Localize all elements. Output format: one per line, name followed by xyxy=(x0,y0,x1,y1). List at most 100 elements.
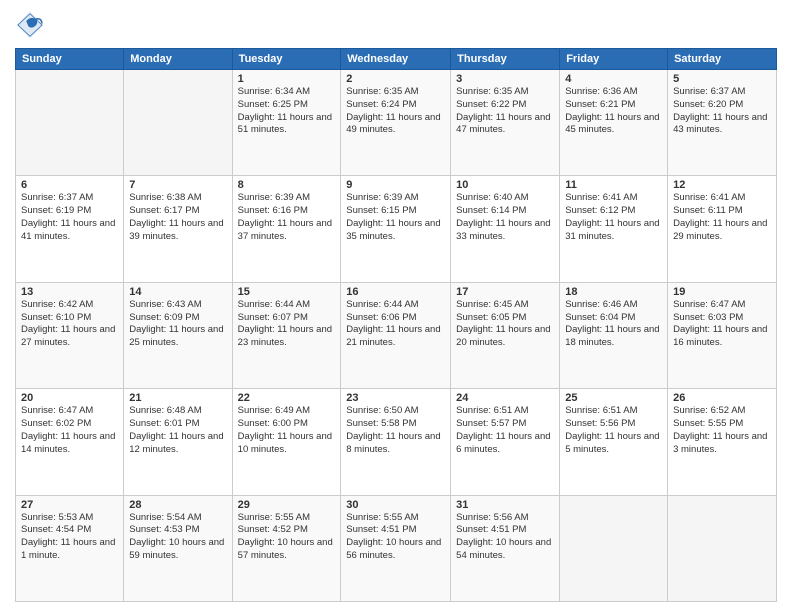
day-info: Sunrise: 5:55 AM Sunset: 4:52 PM Dayligh… xyxy=(238,512,336,563)
calendar-cell: 5Sunrise: 6:37 AM Sunset: 6:20 PM Daylig… xyxy=(668,70,777,176)
day-number: 12 xyxy=(673,179,771,191)
day-info: Sunrise: 6:41 AM Sunset: 6:12 PM Dayligh… xyxy=(565,192,662,243)
day-header-monday: Monday xyxy=(124,49,232,70)
day-number: 28 xyxy=(129,499,226,511)
day-info: Sunrise: 6:48 AM Sunset: 6:01 PM Dayligh… xyxy=(129,405,226,456)
day-info: Sunrise: 6:52 AM Sunset: 5:55 PM Dayligh… xyxy=(673,405,771,456)
day-info: Sunrise: 6:38 AM Sunset: 6:17 PM Dayligh… xyxy=(129,192,226,243)
day-number: 17 xyxy=(456,286,554,298)
logo-icon xyxy=(15,10,45,40)
day-number: 4 xyxy=(565,73,662,85)
calendar-cell: 10Sunrise: 6:40 AM Sunset: 6:14 PM Dayli… xyxy=(451,176,560,282)
day-info: Sunrise: 6:51 AM Sunset: 5:57 PM Dayligh… xyxy=(456,405,554,456)
calendar-cell: 2Sunrise: 6:35 AM Sunset: 6:24 PM Daylig… xyxy=(341,70,451,176)
calendar-cell: 1Sunrise: 6:34 AM Sunset: 6:25 PM Daylig… xyxy=(232,70,341,176)
day-info: Sunrise: 6:42 AM Sunset: 6:10 PM Dayligh… xyxy=(21,299,118,350)
calendar-cell: 30Sunrise: 5:55 AM Sunset: 4:51 PM Dayli… xyxy=(341,495,451,601)
calendar-cell: 8Sunrise: 6:39 AM Sunset: 6:16 PM Daylig… xyxy=(232,176,341,282)
day-number: 2 xyxy=(346,73,445,85)
calendar-cell: 7Sunrise: 6:38 AM Sunset: 6:17 PM Daylig… xyxy=(124,176,232,282)
day-header-thursday: Thursday xyxy=(451,49,560,70)
calendar-cell: 17Sunrise: 6:45 AM Sunset: 6:05 PM Dayli… xyxy=(451,282,560,388)
calendar-cell: 19Sunrise: 6:47 AM Sunset: 6:03 PM Dayli… xyxy=(668,282,777,388)
calendar-cell: 26Sunrise: 6:52 AM Sunset: 5:55 PM Dayli… xyxy=(668,389,777,495)
calendar-cell xyxy=(16,70,124,176)
day-number: 30 xyxy=(346,499,445,511)
day-number: 13 xyxy=(21,286,118,298)
day-number: 5 xyxy=(673,73,771,85)
calendar-cell: 12Sunrise: 6:41 AM Sunset: 6:11 PM Dayli… xyxy=(668,176,777,282)
day-header-saturday: Saturday xyxy=(668,49,777,70)
day-number: 16 xyxy=(346,286,445,298)
calendar-cell: 24Sunrise: 6:51 AM Sunset: 5:57 PM Dayli… xyxy=(451,389,560,495)
week-row-5: 27Sunrise: 5:53 AM Sunset: 4:54 PM Dayli… xyxy=(16,495,777,601)
calendar-cell: 20Sunrise: 6:47 AM Sunset: 6:02 PM Dayli… xyxy=(16,389,124,495)
day-info: Sunrise: 6:46 AM Sunset: 6:04 PM Dayligh… xyxy=(565,299,662,350)
day-number: 18 xyxy=(565,286,662,298)
week-row-2: 6Sunrise: 6:37 AM Sunset: 6:19 PM Daylig… xyxy=(16,176,777,282)
calendar-cell: 27Sunrise: 5:53 AM Sunset: 4:54 PM Dayli… xyxy=(16,495,124,601)
header xyxy=(15,10,777,40)
day-info: Sunrise: 6:50 AM Sunset: 5:58 PM Dayligh… xyxy=(346,405,445,456)
calendar-header-row: SundayMondayTuesdayWednesdayThursdayFrid… xyxy=(16,49,777,70)
day-info: Sunrise: 6:45 AM Sunset: 6:05 PM Dayligh… xyxy=(456,299,554,350)
day-info: Sunrise: 6:35 AM Sunset: 6:24 PM Dayligh… xyxy=(346,86,445,137)
day-info: Sunrise: 6:41 AM Sunset: 6:11 PM Dayligh… xyxy=(673,192,771,243)
calendar-cell: 25Sunrise: 6:51 AM Sunset: 5:56 PM Dayli… xyxy=(560,389,668,495)
calendar-cell: 14Sunrise: 6:43 AM Sunset: 6:09 PM Dayli… xyxy=(124,282,232,388)
day-number: 9 xyxy=(346,179,445,191)
day-number: 29 xyxy=(238,499,336,511)
logo xyxy=(15,10,50,40)
week-row-3: 13Sunrise: 6:42 AM Sunset: 6:10 PM Dayli… xyxy=(16,282,777,388)
day-info: Sunrise: 6:37 AM Sunset: 6:19 PM Dayligh… xyxy=(21,192,118,243)
day-number: 15 xyxy=(238,286,336,298)
day-number: 3 xyxy=(456,73,554,85)
day-header-sunday: Sunday xyxy=(16,49,124,70)
day-info: Sunrise: 6:37 AM Sunset: 6:20 PM Dayligh… xyxy=(673,86,771,137)
day-number: 24 xyxy=(456,392,554,404)
day-number: 6 xyxy=(21,179,118,191)
day-info: Sunrise: 6:44 AM Sunset: 6:06 PM Dayligh… xyxy=(346,299,445,350)
day-number: 23 xyxy=(346,392,445,404)
calendar-cell: 11Sunrise: 6:41 AM Sunset: 6:12 PM Dayli… xyxy=(560,176,668,282)
day-header-wednesday: Wednesday xyxy=(341,49,451,70)
day-header-friday: Friday xyxy=(560,49,668,70)
day-info: Sunrise: 6:39 AM Sunset: 6:15 PM Dayligh… xyxy=(346,192,445,243)
day-number: 26 xyxy=(673,392,771,404)
day-number: 11 xyxy=(565,179,662,191)
day-number: 22 xyxy=(238,392,336,404)
calendar-cell: 6Sunrise: 6:37 AM Sunset: 6:19 PM Daylig… xyxy=(16,176,124,282)
day-info: Sunrise: 6:44 AM Sunset: 6:07 PM Dayligh… xyxy=(238,299,336,350)
day-info: Sunrise: 6:39 AM Sunset: 6:16 PM Dayligh… xyxy=(238,192,336,243)
day-info: Sunrise: 6:34 AM Sunset: 6:25 PM Dayligh… xyxy=(238,86,336,137)
week-row-4: 20Sunrise: 6:47 AM Sunset: 6:02 PM Dayli… xyxy=(16,389,777,495)
day-info: Sunrise: 6:43 AM Sunset: 6:09 PM Dayligh… xyxy=(129,299,226,350)
day-number: 31 xyxy=(456,499,554,511)
day-info: Sunrise: 6:47 AM Sunset: 6:02 PM Dayligh… xyxy=(21,405,118,456)
day-number: 19 xyxy=(673,286,771,298)
day-info: Sunrise: 6:49 AM Sunset: 6:00 PM Dayligh… xyxy=(238,405,336,456)
day-number: 14 xyxy=(129,286,226,298)
week-row-1: 1Sunrise: 6:34 AM Sunset: 6:25 PM Daylig… xyxy=(16,70,777,176)
calendar-cell: 9Sunrise: 6:39 AM Sunset: 6:15 PM Daylig… xyxy=(341,176,451,282)
calendar-cell: 21Sunrise: 6:48 AM Sunset: 6:01 PM Dayli… xyxy=(124,389,232,495)
calendar-cell: 23Sunrise: 6:50 AM Sunset: 5:58 PM Dayli… xyxy=(341,389,451,495)
calendar-cell: 18Sunrise: 6:46 AM Sunset: 6:04 PM Dayli… xyxy=(560,282,668,388)
day-number: 7 xyxy=(129,179,226,191)
day-info: Sunrise: 6:35 AM Sunset: 6:22 PM Dayligh… xyxy=(456,86,554,137)
day-info: Sunrise: 6:36 AM Sunset: 6:21 PM Dayligh… xyxy=(565,86,662,137)
day-info: Sunrise: 5:56 AM Sunset: 4:51 PM Dayligh… xyxy=(456,512,554,563)
calendar-cell: 13Sunrise: 6:42 AM Sunset: 6:10 PM Dayli… xyxy=(16,282,124,388)
day-info: Sunrise: 6:51 AM Sunset: 5:56 PM Dayligh… xyxy=(565,405,662,456)
calendar-cell: 3Sunrise: 6:35 AM Sunset: 6:22 PM Daylig… xyxy=(451,70,560,176)
calendar-cell: 31Sunrise: 5:56 AM Sunset: 4:51 PM Dayli… xyxy=(451,495,560,601)
day-number: 25 xyxy=(565,392,662,404)
day-number: 27 xyxy=(21,499,118,511)
day-info: Sunrise: 5:55 AM Sunset: 4:51 PM Dayligh… xyxy=(346,512,445,563)
day-number: 20 xyxy=(21,392,118,404)
calendar-cell: 29Sunrise: 5:55 AM Sunset: 4:52 PM Dayli… xyxy=(232,495,341,601)
calendar-cell xyxy=(668,495,777,601)
calendar-cell xyxy=(560,495,668,601)
day-number: 8 xyxy=(238,179,336,191)
day-number: 10 xyxy=(456,179,554,191)
